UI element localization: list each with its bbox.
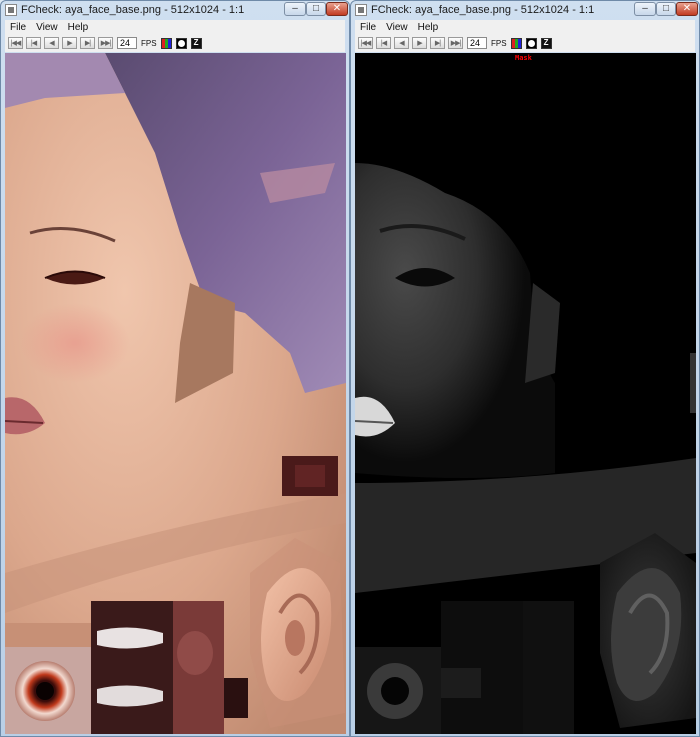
play-back-button[interactable]: ◀ [44, 37, 59, 49]
last-frame-button[interactable]: ▶▶| [98, 37, 113, 49]
play-forward-button[interactable]: ▶ [62, 37, 77, 49]
step-back-button[interactable]: |◀ [26, 37, 41, 49]
maximize-button[interactable]: □ [306, 2, 326, 16]
face-texture-image [5, 53, 346, 734]
menu-file[interactable]: File [355, 22, 381, 33]
z-depth-icon[interactable]: Z [540, 37, 552, 49]
close-button[interactable]: ✕ [326, 2, 348, 16]
window-title: FCheck: aya_face_base.png - 512x1024 - 1… [21, 4, 245, 16]
fps-input[interactable]: 24 [117, 37, 137, 49]
play-back-button[interactable]: ◀ [394, 37, 409, 49]
rgb-channel-icon[interactable] [160, 37, 172, 49]
close-button[interactable]: ✕ [676, 2, 698, 16]
last-frame-button[interactable]: ▶▶| [448, 37, 463, 49]
alpha-channel-icon[interactable] [175, 37, 187, 49]
menu-help[interactable]: Help [63, 22, 94, 33]
step-back-button[interactable]: |◀ [376, 37, 391, 49]
z-depth-icon[interactable]: Z [190, 37, 202, 49]
play-forward-button[interactable]: ▶ [412, 37, 427, 49]
menu-file[interactable]: File [5, 22, 31, 33]
face-mask-image [355, 53, 696, 734]
fcheck-window-alpha: FCheck: aya_face_base.png - 512x1024 - 1… [350, 0, 700, 737]
fcheck-app-icon [5, 4, 17, 16]
first-frame-button[interactable]: |◀◀ [8, 37, 23, 49]
playback-toolbar: |◀◀ |◀ ◀ ▶ ▶| ▶▶| 24 FPS Z [355, 34, 695, 52]
playback-toolbar: |◀◀ |◀ ◀ ▶ ▶| ▶▶| 24 FPS Z [5, 34, 345, 52]
minimize-button[interactable]: – [634, 2, 656, 16]
image-viewport-rgb[interactable] [5, 53, 346, 734]
window-title: FCheck: aya_face_base.png - 512x1024 - 1… [371, 4, 595, 16]
maximize-button[interactable]: □ [656, 2, 676, 16]
fps-label: FPS [491, 38, 507, 48]
menu-view[interactable]: View [31, 22, 63, 33]
fps-label: FPS [141, 38, 157, 48]
fps-input[interactable]: 24 [467, 37, 487, 49]
menu-view[interactable]: View [381, 22, 413, 33]
first-frame-button[interactable]: |◀◀ [358, 37, 373, 49]
rgb-channel-icon[interactable] [510, 37, 522, 49]
channel-label: Mask [515, 54, 532, 62]
menu-bar: File View Help [5, 20, 345, 34]
fcheck-app-icon [355, 4, 367, 16]
alpha-channel-icon[interactable] [525, 37, 537, 49]
step-forward-button[interactable]: ▶| [430, 37, 445, 49]
fcheck-window-rgb: FCheck: aya_face_base.png - 512x1024 - 1… [0, 0, 350, 737]
menu-help[interactable]: Help [413, 22, 444, 33]
menu-bar: File View Help [355, 20, 695, 34]
step-forward-button[interactable]: ▶| [80, 37, 95, 49]
image-viewport-alpha[interactable]: Mask [355, 53, 696, 734]
minimize-button[interactable]: – [284, 2, 306, 16]
